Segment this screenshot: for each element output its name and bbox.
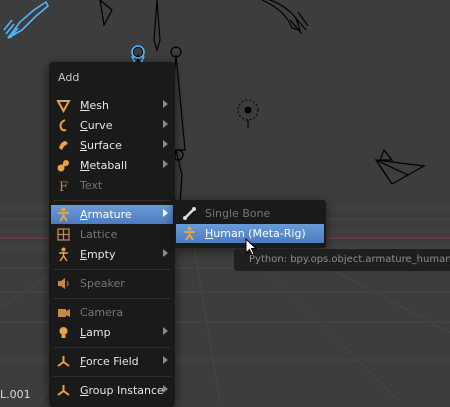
menu-separator — [53, 200, 171, 201]
menu-item-force-field[interactable]: Force Field — [51, 352, 173, 371]
menu-item-label: Metaball — [80, 159, 128, 172]
object-name-label: L.001 — [0, 388, 31, 401]
menu-item-label: Single Bone — [205, 207, 271, 220]
speaker-icon — [58, 278, 69, 289]
menu-item-metaball[interactable]: Metaball — [51, 156, 173, 175]
armature-icon — [58, 207, 69, 222]
menu-item-label: Curve — [80, 119, 113, 132]
menu-title: Add — [58, 71, 80, 84]
menu-item-label: Surface — [80, 139, 122, 152]
menu-item-armature[interactable]: Armature — [51, 205, 173, 224]
selected-bone-chain[interactable] — [3, 0, 145, 73]
menu-item-single-bone: Single Bone — [176, 204, 324, 223]
menu-item-label: Camera — [80, 306, 124, 319]
armature-icon — [184, 226, 195, 241]
empty-object[interactable] — [237, 99, 259, 128]
menu-item-label: Empty — [80, 248, 116, 261]
menu-item-label: Armature — [80, 208, 132, 221]
menu-item-lattice: Lattice — [51, 225, 173, 244]
right-hand-bones — [261, 0, 309, 35]
lamp-icon — [59, 327, 68, 338]
text-icon: F — [59, 180, 68, 193]
menu-separator — [53, 347, 171, 348]
submenu-arrow-icon — [163, 120, 168, 128]
svg-text:F: F — [59, 180, 68, 193]
python-tooltip: Python: bpy.ops.object.armature_human — [234, 249, 450, 271]
submenu-arrow-icon — [163, 209, 168, 217]
mouse-cursor-icon — [245, 238, 258, 256]
menu-item-label: Speaker — [80, 277, 125, 290]
menu-item-label: Lattice — [80, 228, 118, 241]
submenu-arrow-icon — [163, 140, 168, 148]
metaball-icon — [57, 160, 69, 172]
group-instance-icon — [57, 385, 70, 396]
menu-item-label: Text — [80, 179, 103, 192]
mesh-icon — [56, 100, 71, 113]
menu-item-lamp[interactable]: Lamp — [51, 323, 173, 342]
submenu-arrow-icon — [163, 327, 168, 335]
menu-item-speaker: Speaker — [51, 274, 173, 293]
tooltip-text: Python: bpy.ops.object.armature_human — [249, 254, 450, 265]
add-menu: Add Mesh Curve Surface Metaball F Text A… — [49, 62, 175, 407]
menu-item-label: Mesh — [80, 99, 109, 112]
submenu-arrow-icon — [163, 385, 168, 393]
force-field-icon — [57, 356, 70, 367]
menu-item-label: Force Field — [80, 355, 139, 368]
menu-separator — [53, 298, 171, 299]
menu-item-curve[interactable]: Curve — [51, 116, 173, 135]
menu-item-label: Lamp — [80, 326, 111, 339]
lattice-icon — [57, 228, 70, 241]
bone-icon — [183, 207, 196, 220]
surface-icon — [59, 141, 68, 150]
submenu-arrow-icon — [163, 100, 168, 108]
menu-item-text: F Text — [51, 176, 173, 195]
menu-item-surface[interactable]: Surface — [51, 136, 173, 155]
camera-object[interactable] — [374, 148, 426, 185]
empty-icon — [59, 247, 68, 262]
camera-icon — [58, 309, 70, 317]
curve-icon — [59, 119, 67, 132]
menu-item-camera: Camera — [51, 303, 173, 322]
menu-item-group-instance[interactable]: Group Instance — [51, 381, 173, 400]
menu-item-label: Group Instance — [80, 384, 164, 397]
menu-separator — [53, 376, 171, 377]
submenu-arrow-icon — [163, 249, 168, 257]
menu-separator — [53, 269, 171, 270]
menu-item-empty[interactable]: Empty — [51, 245, 173, 264]
submenu-arrow-icon — [163, 356, 168, 364]
menu-item-mesh[interactable]: Mesh — [51, 96, 173, 115]
submenu-arrow-icon — [163, 160, 168, 168]
